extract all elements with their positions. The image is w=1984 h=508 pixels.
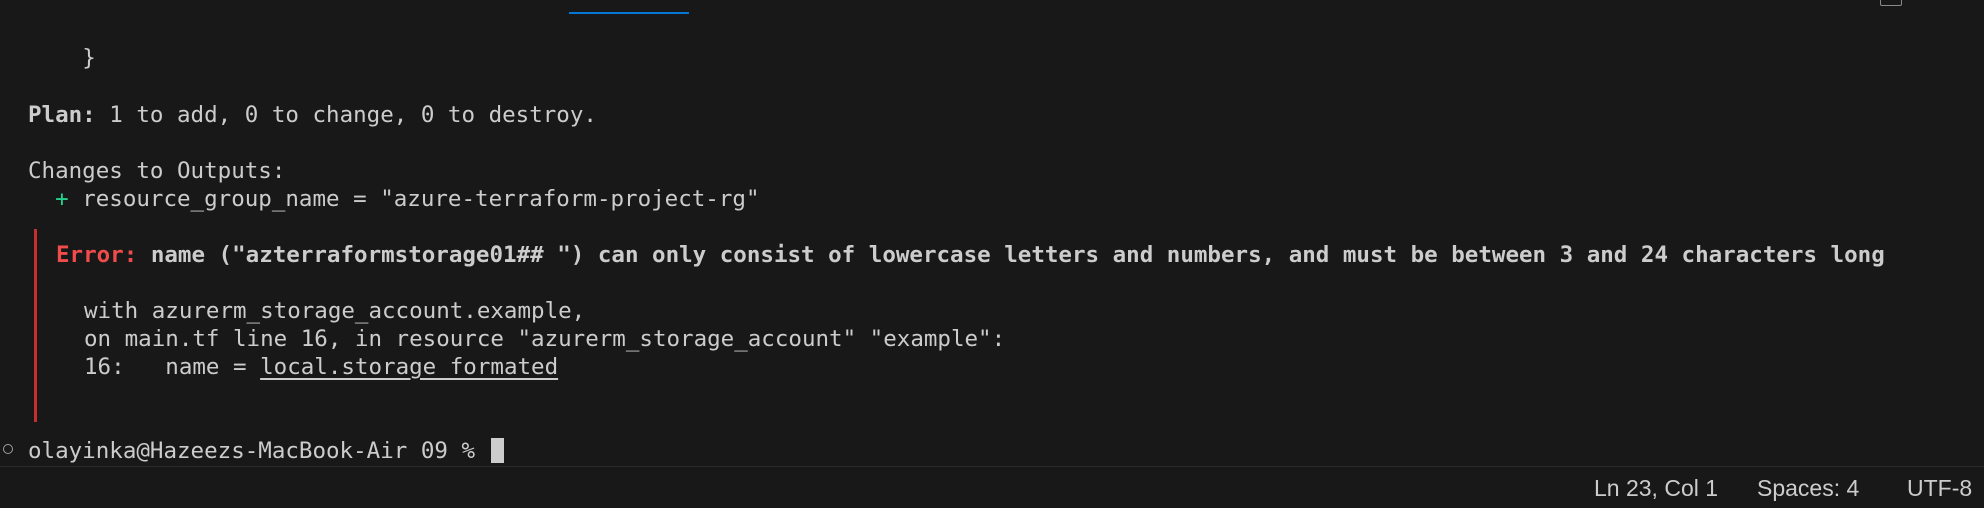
terminal-line-plan: Plan: 1 to add, 0 to change, 0 to destro…: [28, 101, 597, 129]
output-change-text: resource_group_name = "azure-terraform-p…: [82, 186, 760, 212]
status-cursor-position[interactable]: Ln 23, Col 1: [1594, 475, 1718, 501]
terminal-line-prompt[interactable]: olayinka@Hazeezs-MacBook-Air 09 %: [28, 437, 504, 465]
error-code-prefix: 16: name =: [84, 354, 261, 380]
shell-prompt: olayinka@Hazeezs-MacBook-Air 09 %: [28, 438, 489, 464]
closing-brace: }: [82, 45, 96, 71]
terminal-line-error-on: on main.tf line 16, in resource "azurerm…: [84, 325, 1005, 353]
error-with-line: with azurerm_storage_account.example,: [84, 298, 586, 324]
status-encoding[interactable]: UTF-8: [1907, 475, 1972, 501]
panel-tab-strip: [0, 0, 1984, 14]
add-symbol: +: [55, 186, 69, 212]
terminal-cursor: [490, 438, 504, 463]
plan-summary: 1 to add, 0 to change, 0 to destroy.: [95, 102, 597, 128]
terminal-line-closing-brace: }: [28, 44, 96, 72]
status-bar: Ln 23, Col 1 Spaces: 4 UTF-8: [0, 466, 1984, 508]
terminal-line-error-code: 16: name = local.storage_formated: [84, 353, 558, 381]
outputs-header: Changes to Outputs:: [28, 158, 286, 184]
terminal-panel[interactable]: } Plan: 1 to add, 0 to change, 0 to dest…: [0, 0, 1984, 466]
status-indentation[interactable]: Spaces: 4: [1757, 475, 1859, 501]
plan-label: Plan:: [28, 102, 96, 128]
terminal-line-error-with: with azurerm_storage_account.example,: [84, 297, 585, 325]
terminal-line-output-change: + resource_group_name = "azure-terraform…: [28, 185, 760, 213]
error-code-reference-link[interactable]: local.storage_formated: [260, 354, 558, 380]
error-block-bar: [34, 229, 37, 422]
terminal-line-error: Error: name ("azterraformstorage01## ") …: [56, 241, 1885, 269]
panel-layout-icon[interactable]: [1880, 0, 1902, 6]
active-tab-indicator: [569, 12, 689, 14]
terminal-line-outputs-header: Changes to Outputs:: [28, 157, 285, 185]
error-label: Error:: [56, 242, 138, 268]
error-message: name ("azterraformstorage01## ") can onl…: [150, 242, 1885, 268]
error-on-line: on main.tf line 16, in resource "azurerm…: [84, 326, 1006, 352]
command-status-icon[interactable]: [3, 444, 13, 454]
